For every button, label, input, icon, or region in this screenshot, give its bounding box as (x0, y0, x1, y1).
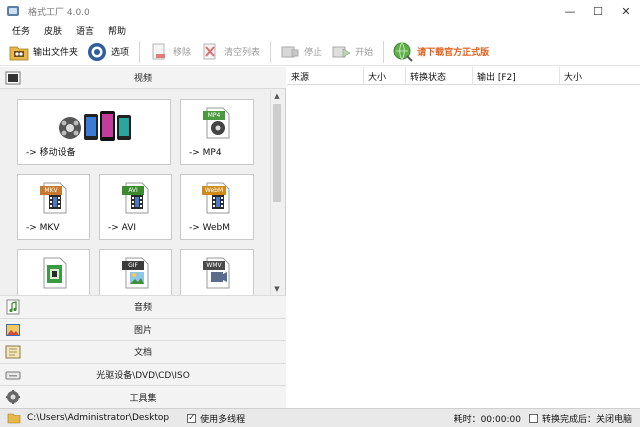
column-output-size[interactable]: 大小 (560, 67, 640, 85)
tiles-scrollbar[interactable]: ▲ ▼ (270, 90, 282, 295)
app-logo-icon (7, 6, 19, 16)
tile-label: -> MP4 (189, 148, 222, 158)
stop-icon (281, 46, 299, 57)
scroll-thumb[interactable] (273, 104, 281, 202)
tile-label: -> MKV (26, 223, 60, 233)
category-rom-device[interactable]: 光驱设备\DVD\CD\ISO (0, 362, 286, 386)
globe-search-icon (393, 42, 413, 62)
video-category-icon (5, 71, 21, 85)
mkv-badge: MKV (40, 186, 62, 195)
start-icon (332, 46, 351, 58)
document-icon (5, 345, 21, 359)
start-label: 开始 (355, 48, 374, 58)
tile-mobile-device[interactable]: -> 移动设备 (17, 99, 171, 165)
stop-label: 停止 (304, 48, 323, 58)
tile-mkv[interactable]: MKV -> MKV (17, 174, 90, 240)
folder-icon[interactable] (7, 412, 21, 424)
close-button[interactable]: ✕ (612, 0, 640, 22)
menu-skin[interactable]: 皮肤 (44, 24, 62, 37)
output-path: C:\Users\Administrator\Desktop (27, 413, 170, 423)
disc-drive-icon (5, 371, 21, 380)
category-image[interactable]: 图片 (0, 317, 286, 341)
toolbox-icon (6, 390, 20, 405)
options-icon (88, 42, 107, 61)
elapsed-time: 耗时：00:00:00 (453, 415, 521, 425)
clear-list-icon (203, 43, 216, 59)
image-icon (6, 323, 20, 336)
folder-icon (9, 46, 29, 60)
column-status[interactable]: 转换状态 (406, 67, 473, 85)
gif-badge: GIF (122, 261, 144, 270)
category-audio[interactable]: 音频 (0, 295, 286, 318)
audio-icon (6, 299, 20, 315)
menu-task[interactable]: 任务 (12, 24, 30, 37)
after-done-label: 转换完成后：关闭电脑 (541, 415, 632, 425)
video-file-icon (43, 257, 67, 289)
multithread-label: 使用多线程 (200, 414, 246, 425)
format-tiles: -> 移动设备 MP4 -> MP4 MKV -> MKV AVI -> AVI… (0, 90, 268, 295)
category-toolbox-label: 工具集 (129, 393, 157, 404)
clear-list-label: 清空列表 (224, 48, 261, 58)
scroll-down-icon[interactable]: ▼ (271, 283, 283, 295)
toolbar-separator (383, 40, 385, 63)
title-bar: 格式工厂 4.0.0 — ☐ ✕ (0, 0, 640, 22)
avi-badge: AVI (122, 186, 144, 195)
maximize-button[interactable]: ☐ (584, 0, 612, 22)
clear-list-button[interactable]: 清空列表 (199, 39, 260, 65)
output-folder-button[interactable]: 输出文件夹 (8, 39, 78, 65)
wmv-badge: WMV (203, 261, 225, 270)
task-list: 来源 大小 转换状态 输出 [F2] 大小 (287, 67, 640, 408)
menu-bar: 任务 皮肤 语言 帮助 (0, 22, 640, 38)
download-official-link[interactable]: 请下载官方正式版 (392, 39, 489, 65)
options-button[interactable]: 选项 (86, 39, 129, 65)
tile-avi[interactable]: AVI -> AVI (99, 174, 172, 240)
menu-help[interactable]: 帮助 (108, 24, 126, 37)
menu-language[interactable]: 语言 (76, 24, 94, 37)
output-folder-label: 输出文件夹 (33, 48, 79, 58)
mobile-device-icon (59, 111, 131, 141)
remove-label: 移除 (173, 48, 192, 58)
tile-gif[interactable]: GIF (99, 249, 172, 295)
category-video-label: 视频 (133, 74, 152, 84)
category-audio-label: 音频 (133, 303, 152, 314)
category-rom-device-label: 光驱设备\DVD\CD\ISO (96, 371, 190, 382)
tile-label: -> AVI (108, 223, 137, 233)
options-label: 选项 (111, 48, 130, 58)
category-image-label: 图片 (133, 325, 152, 336)
tile-label: -> 移动设备 (26, 148, 76, 158)
category-video[interactable]: 视频 (0, 67, 286, 89)
column-size[interactable]: 大小 (364, 67, 406, 85)
mp4-badge: MP4 (203, 111, 225, 120)
toolbar-separator (139, 40, 141, 63)
tile-mp4[interactable]: MP4 -> MP4 (180, 99, 254, 165)
remove-icon (152, 43, 166, 59)
start-button[interactable]: 开始 (330, 39, 373, 65)
stop-button[interactable]: 停止 (279, 39, 322, 65)
task-table-header: 来源 大小 转换状态 输出 [F2] 大小 (287, 67, 640, 85)
category-document-label: 文档 (133, 348, 152, 359)
category-list: 音频 图片 文档 光驱设备\DVD\CD\ISO 工具集 (0, 295, 286, 408)
download-official-label: 请下载官方正式版 (417, 48, 490, 58)
tile-webm[interactable]: WebM -> WebM (180, 174, 254, 240)
after-done-checkbox[interactable] (528, 414, 538, 423)
tile-label: -> WebM (189, 223, 231, 233)
left-panel: 视频 -> 移动设备 MP4 -> MP4 MKV -> MKV AVI -> … (0, 67, 286, 408)
status-bar: C:\Users\Administrator\Desktop ✓ 使用多线程 耗… (0, 408, 640, 427)
column-source[interactable]: 来源 (287, 67, 364, 85)
minimize-button[interactable]: — (556, 0, 584, 22)
category-document[interactable]: 文档 (0, 340, 286, 363)
toolbar-separator (270, 40, 272, 63)
column-output[interactable]: 输出 [F2] (473, 67, 560, 85)
scroll-up-icon[interactable]: ▲ (271, 90, 283, 102)
remove-button[interactable]: 移除 (148, 39, 191, 65)
webm-badge: WebM (202, 186, 226, 195)
category-toolbox[interactable]: 工具集 (0, 385, 286, 408)
tile-wmv[interactable]: WMV (180, 249, 254, 295)
toolbar: 输出文件夹 选项 移除 清空列表 停止 开始 请下载官方正式版 (0, 38, 640, 66)
tile-format[interactable] (17, 249, 90, 295)
window-title: 格式工厂 4.0.0 (28, 7, 90, 18)
multithread-checkbox[interactable]: ✓ (187, 413, 197, 423)
